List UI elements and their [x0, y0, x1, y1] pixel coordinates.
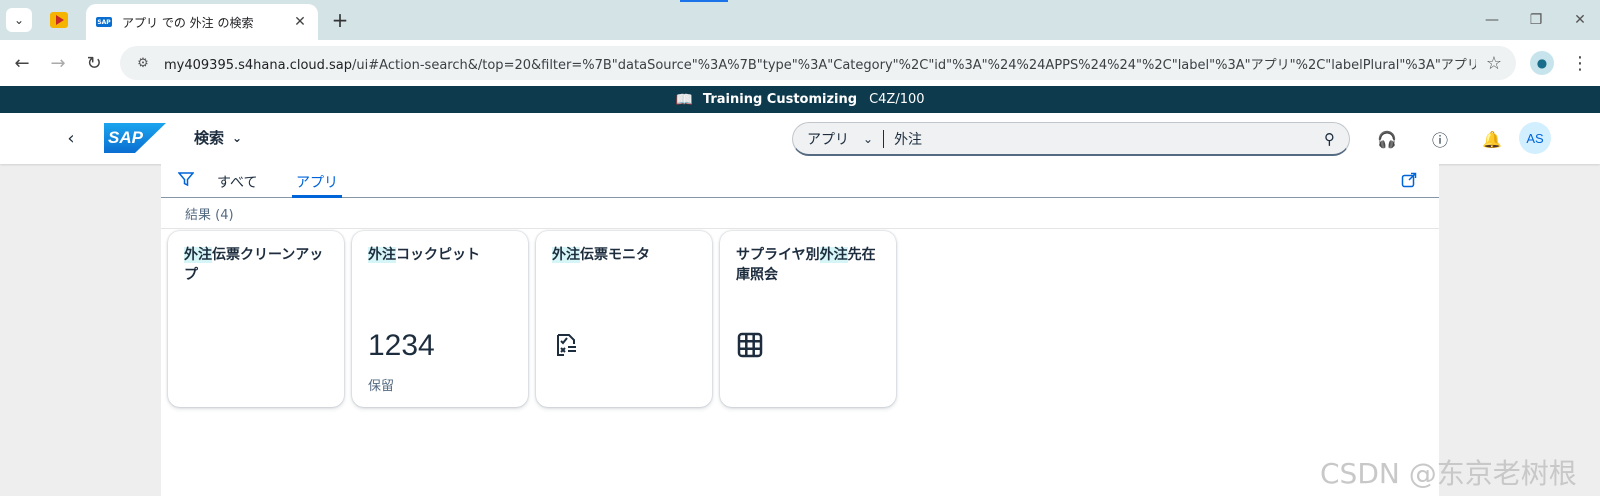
book-icon: 📖	[675, 91, 693, 108]
tile-title: 外注コックピット	[368, 247, 480, 263]
chevron-down-icon: ⌄	[232, 130, 243, 145]
results-count: 結果 (4)	[185, 208, 234, 223]
system-name: Training Customizing	[702, 92, 858, 107]
results-divider	[161, 228, 1439, 229]
tab-search-chevron-icon[interactable]: ⌄	[6, 8, 32, 32]
back-chevron-icon[interactable]: ‹	[60, 127, 82, 149]
app-tile-document-monitor[interactable]: 外注伝票モニタ	[536, 231, 712, 407]
result-tab-bar: すべて アプリ	[161, 164, 1439, 198]
browser-tab-strip: ⌄ SAP アプリ での 外注 の検索 ✕ + — ❐ ✕	[0, 0, 1600, 40]
filter-funnel-icon	[178, 172, 194, 187]
search-scope-value: アプリ	[807, 131, 849, 148]
bookmark-star-icon[interactable]: ☆	[1486, 53, 1502, 74]
search-icon[interactable]: ⚲	[1324, 130, 1335, 148]
tab-all[interactable]: すべて	[217, 172, 257, 198]
help-icon[interactable]: ⓘ	[1428, 127, 1452, 151]
search-scope-select[interactable]: アプリ ⌄	[807, 129, 873, 149]
tile-kpi-subtitle: 保留	[368, 379, 395, 394]
new-tab-button[interactable]: +	[328, 8, 352, 32]
shell-title-menu[interactable]: 検索 ⌄	[194, 127, 242, 148]
app-tile-cockpit[interactable]: 外注コックピット 1234 保留	[352, 231, 528, 407]
watermark: CSDN @东京老树根	[1320, 457, 1577, 490]
share-export-icon	[1401, 172, 1417, 188]
system-client: C4Z/100	[869, 92, 925, 107]
filter-icon[interactable]	[177, 170, 195, 188]
document-approval-icon	[557, 334, 576, 356]
pinned-tab-youtube[interactable]	[48, 10, 70, 30]
sap-logo[interactable]: SAP	[104, 123, 166, 153]
grid-table-icon	[737, 332, 763, 358]
site-settings-icon[interactable]: ⚙	[134, 54, 152, 72]
user-avatar[interactable]: AS	[1519, 122, 1551, 154]
restore-window-icon[interactable]: ❐	[1522, 8, 1550, 32]
tile-title: 外注伝票モニタ	[552, 247, 650, 263]
tab-apps[interactable]: アプリ	[292, 172, 342, 198]
profile-icon[interactable]: ●	[1530, 51, 1554, 75]
close-tab-icon[interactable]: ✕	[292, 14, 308, 30]
more-menu-icon[interactable]: ⋮	[1568, 51, 1592, 75]
shell-bar: ‹ SAP 検索 ⌄ アプリ ⌄ ⚲ 🎧 ⓘ 🔔 AS	[0, 113, 1600, 164]
browser-toolbar: ← → ↻ ⚙ my409395.s4hana.cloud.sap/ui#Act…	[0, 40, 1600, 86]
search-field[interactable]: アプリ ⌄ ⚲	[792, 122, 1350, 156]
search-separator	[883, 129, 885, 148]
chevron-down-icon: ⌄	[863, 131, 874, 146]
play-icon	[50, 12, 68, 28]
app-tile-document-cleanup[interactable]: 外注伝票クリーンアップ	[168, 231, 344, 407]
back-arrow-icon[interactable]: ←	[10, 51, 34, 75]
shell-title: 検索	[194, 129, 225, 147]
address-bar[interactable]: ⚙ my409395.s4hana.cloud.sap/ui#Action-se…	[120, 46, 1516, 80]
browser-tab-active[interactable]: SAP アプリ での 外注 の検索 ✕	[86, 4, 318, 40]
forward-arrow-icon[interactable]: →	[46, 51, 70, 75]
notification-bell-icon[interactable]: 🔔	[1480, 127, 1504, 151]
url-text[interactable]: my409395.s4hana.cloud.sap/ui#Action-sear…	[164, 54, 1476, 73]
search-results-panel: すべて アプリ 結果 (4) 外注伝票クリーンアップ 外注コックピット 1234…	[161, 164, 1439, 496]
tile-title: 外注伝票クリーンアップ	[184, 247, 324, 283]
minimize-window-icon[interactable]: —	[1478, 8, 1506, 32]
browser-tab-title: アプリ での 外注 の検索	[122, 15, 254, 30]
close-window-icon[interactable]: ✕	[1566, 8, 1594, 32]
tile-kpi-value: 1234	[368, 329, 435, 362]
search-input[interactable]	[894, 130, 1324, 147]
headset-support-icon[interactable]: 🎧	[1375, 127, 1399, 151]
export-icon[interactable]	[1399, 170, 1419, 190]
tile-title: サプライヤ別外注先在庫照会	[736, 247, 876, 283]
app-tile-supplier-stock[interactable]: サプライヤ別外注先在庫照会	[720, 231, 896, 407]
tab-drag-indicator	[680, 0, 728, 2]
sap-favicon-icon: SAP	[96, 17, 112, 27]
reload-icon[interactable]: ↻	[82, 51, 106, 75]
system-info-banner: 📖 Training Customizing C4Z/100	[0, 86, 1600, 113]
